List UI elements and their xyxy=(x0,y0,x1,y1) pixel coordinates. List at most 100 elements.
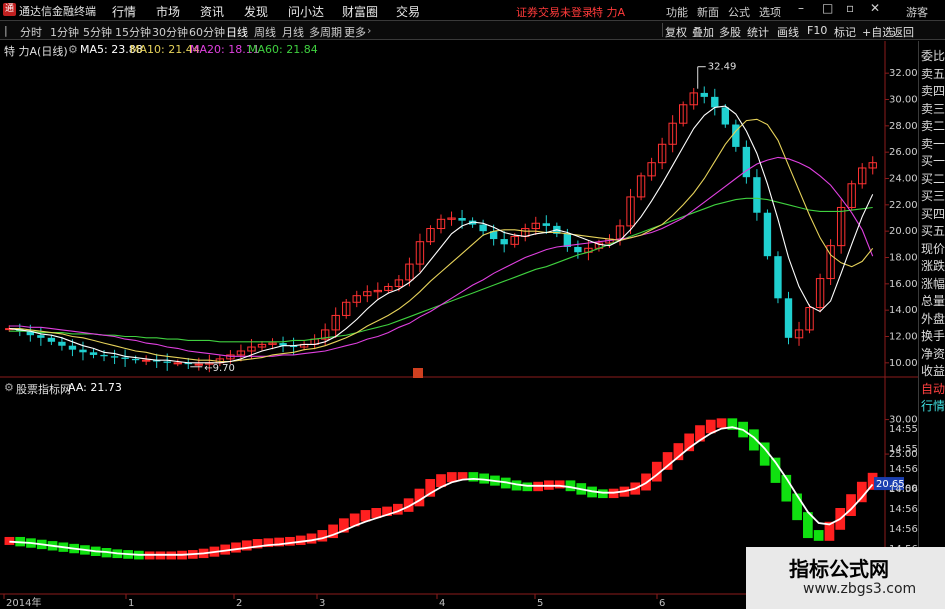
ma5-line xyxy=(9,105,874,364)
indicator-bar xyxy=(69,543,79,554)
panel-item-7[interactable]: 买二 xyxy=(921,170,945,187)
time-tick-label: 14:56 xyxy=(889,484,918,495)
btn-f10[interactable]: F10 xyxy=(807,24,827,37)
tab-daily[interactable]: 日线 xyxy=(226,24,248,40)
menu-hangqing[interactable]: 行情 xyxy=(112,3,136,20)
tab-5min[interactable]: 5分钟 xyxy=(83,24,112,40)
panel-item-4[interactable]: 卖二 xyxy=(921,117,945,134)
panel-item-9[interactable]: 买四 xyxy=(921,205,945,222)
panel-item-14[interactable]: 总量 xyxy=(921,292,945,309)
candle-body xyxy=(605,238,614,244)
menu-faxian[interactable]: 发现 xyxy=(244,3,268,20)
x-axis-label: 3 xyxy=(319,598,325,609)
more-chevron-icon[interactable]: › xyxy=(367,24,371,37)
candle-body xyxy=(184,362,192,365)
candle-body xyxy=(415,241,425,265)
menu-caifuquan[interactable]: 财富圈 xyxy=(342,3,378,20)
close-icon[interactable]: ✕ xyxy=(870,1,880,15)
indicator-bar xyxy=(749,429,759,451)
menu-wenxiaoda[interactable]: 问小达 xyxy=(288,3,324,20)
indicator-bar xyxy=(58,542,69,552)
btn-huaxian[interactable]: 画线 xyxy=(777,24,799,40)
panel-item-2[interactable]: 卖四 xyxy=(921,82,945,99)
panel-item-19[interactable]: 自动 xyxy=(921,380,945,397)
candle-body xyxy=(363,291,372,297)
candle-body xyxy=(342,301,351,316)
panel-item-3[interactable]: 卖三 xyxy=(921,100,945,117)
panel-item-20[interactable]: 行情 xyxy=(921,397,945,414)
panel-item-16[interactable]: 换手 xyxy=(921,327,945,344)
indicator-bar xyxy=(285,536,295,546)
menu-xinmian[interactable]: 新面 xyxy=(697,4,719,20)
price-tag-label: 20.65 xyxy=(876,479,905,490)
panel-item-18[interactable]: 收益 xyxy=(921,362,945,379)
btn-fuquan[interactable]: 复权 xyxy=(665,24,687,40)
menu-shichang[interactable]: 市场 xyxy=(156,3,180,20)
btn-diejia[interactable]: 叠加 xyxy=(692,24,714,40)
indicator-bar xyxy=(317,530,328,542)
indicator-bar xyxy=(101,548,112,558)
panel-item-11[interactable]: 现价 xyxy=(921,240,945,257)
menu-jiaoyi[interactable]: 交易 xyxy=(396,3,420,20)
indicator-bar xyxy=(306,533,317,544)
candle-body xyxy=(721,107,729,125)
tab-15min[interactable]: 15分钟 xyxy=(115,24,151,40)
btn-duogu[interactable]: 多股 xyxy=(719,24,741,40)
stock-period-label: 特 力A(日线) xyxy=(4,45,68,58)
maximize-icon[interactable]: □ xyxy=(822,1,833,15)
restore-icon[interactable]: ▫ xyxy=(846,1,854,15)
btn-tongji[interactable]: 统计 xyxy=(747,24,769,40)
menu-zixun[interactable]: 资讯 xyxy=(200,3,224,20)
indicator-bar xyxy=(716,418,727,428)
candle-body xyxy=(173,362,182,365)
y-tick-label: 14.00 xyxy=(889,305,918,316)
indicator-bar xyxy=(727,418,738,430)
x-axis-label: 4 xyxy=(439,598,445,609)
menu-gongshi[interactable]: 公式 xyxy=(728,4,750,20)
tab-60min[interactable]: 60分钟 xyxy=(189,24,225,40)
candle-body xyxy=(647,162,656,177)
tab-weekly[interactable]: 周线 xyxy=(254,24,276,40)
panel-item-10[interactable]: 买五 xyxy=(921,222,945,239)
candle-body xyxy=(679,104,688,124)
low-marker-label: ←9.70 xyxy=(204,363,235,374)
panel-item-8[interactable]: 买三 xyxy=(921,187,945,204)
indicator-bar xyxy=(382,506,392,516)
login-status[interactable]: 证券交易未登录 xyxy=(516,4,593,20)
tab-1min[interactable]: 1分钟 xyxy=(50,24,79,40)
panel-item-12[interactable]: 涨跌 xyxy=(921,257,945,274)
indicator-bar xyxy=(813,530,824,541)
panel-item-6[interactable]: 买一 xyxy=(921,152,945,169)
btn-biaoji[interactable]: 标记 xyxy=(834,24,856,40)
watermark-logo: 指标公式网 www.zbgs3.com xyxy=(746,547,945,609)
minimize-icon[interactable]: – xyxy=(798,1,804,15)
candle-body xyxy=(384,285,393,291)
panel-item-13[interactable]: 涨幅 xyxy=(921,275,945,292)
indicator-bar xyxy=(792,493,802,521)
tab-monthly[interactable]: 月线 xyxy=(282,24,304,40)
tab-more[interactable]: 更多 xyxy=(344,24,366,40)
indicator-bar xyxy=(360,510,371,522)
panel-item-17[interactable]: 净资 xyxy=(921,345,945,362)
indicator-gear-icon[interactable]: ⚙ xyxy=(4,381,14,394)
main-kline-chart: 32.00 30.00 28.00 26.00 24.00 22.00 20.00 18.00… xyxy=(0,41,918,609)
tab-30min[interactable]: 30分钟 xyxy=(152,24,188,40)
guest-label[interactable]: 游客 xyxy=(906,4,928,20)
panel-item-5[interactable]: 卖一 xyxy=(921,135,945,152)
panel-item-15[interactable]: 外盘 xyxy=(921,310,945,327)
candle-body xyxy=(815,278,825,309)
settings-gear-icon[interactable]: ⚙ xyxy=(68,43,78,56)
panel-item-1[interactable]: 卖五 xyxy=(921,65,945,82)
quote-side-panel: 委比 卖五 卖四 卖三 卖二 卖一 买一 买二 买三 买四 买五 现价 涨跌 涨幅 总量 外盘 换手 净资 收益 自动… xyxy=(918,41,945,609)
tab-multi-period[interactable]: 多周期 xyxy=(309,24,342,40)
candle-body xyxy=(110,356,119,358)
panel-item-0[interactable]: 委比 xyxy=(921,47,945,64)
indicator-bar xyxy=(123,550,133,559)
candle-body xyxy=(742,146,751,178)
menu-xuanxiang[interactable]: 选项 xyxy=(759,4,781,20)
tab-fenshi[interactable]: 分时 xyxy=(20,24,42,40)
btn-zixuan[interactable]: +自选 xyxy=(862,24,893,40)
indicator-bar xyxy=(835,508,846,530)
btn-fanhui[interactable]: 返回 xyxy=(892,24,914,40)
menu-gongneng[interactable]: 功能 xyxy=(666,4,688,20)
